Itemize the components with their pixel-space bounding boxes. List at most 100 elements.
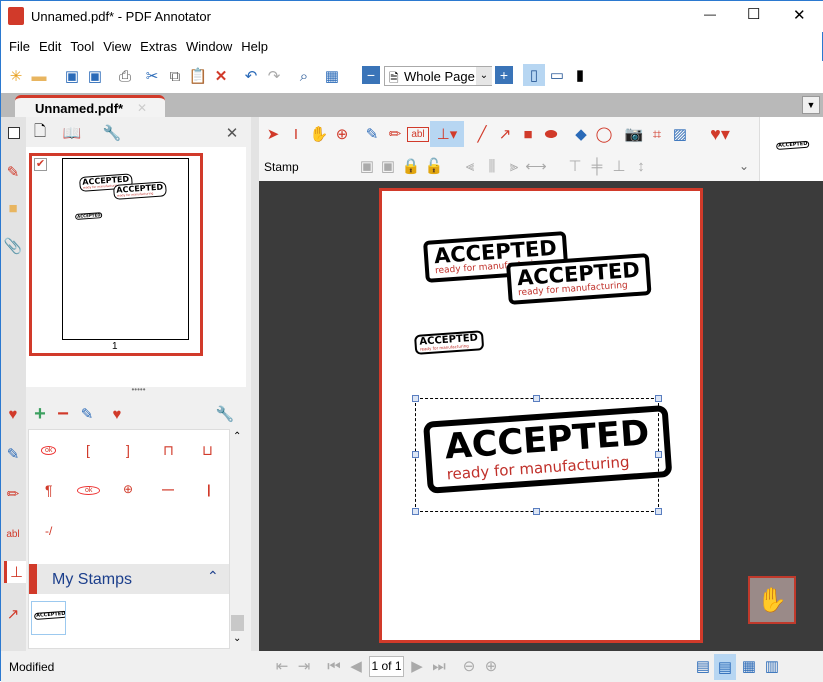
zoom-select[interactable]: 🗎 Whole Page ⌄ [384, 66, 492, 86]
book-icon[interactable]: 📖 [61, 122, 83, 144]
scrollbar-thumb[interactable] [231, 615, 244, 631]
next-view-icon[interactable]: ⇥ [293, 655, 315, 677]
hand-tool-button[interactable]: ✋ [748, 576, 796, 624]
add-icon[interactable]: + [29, 403, 51, 425]
minimize-button[interactable]: — [704, 7, 716, 21]
align-bottom-icon[interactable]: ⊥ [608, 155, 630, 177]
line-icon[interactable]: ╱ [471, 123, 493, 145]
lasso-icon[interactable]: ◯ [593, 123, 615, 145]
forward-icon[interactable]: ⊕ [480, 655, 502, 677]
undo-icon[interactable]: ↶ [240, 65, 262, 87]
wrench-icon[interactable]: 🔧 [214, 403, 236, 425]
copy-icon[interactable]: ⧉ [164, 65, 186, 87]
menu-view[interactable]: View [103, 39, 131, 54]
attachments-tab-icon[interactable]: 📎 [2, 235, 24, 257]
redo-icon[interactable]: ↷ [263, 65, 285, 87]
menu-file[interactable]: File [9, 39, 30, 54]
group-icon[interactable]: ▣ [356, 155, 378, 177]
stamp-tool-icon[interactable]: ⊥▾ [430, 121, 464, 147]
arrow-icon[interactable]: ↗ [494, 123, 516, 145]
insert-image-icon[interactable]: ▨ [669, 123, 691, 145]
resize-handle[interactable] [655, 508, 662, 515]
next-page-icon[interactable]: ▶ [406, 655, 428, 677]
stamp-symbol[interactable]: ] [126, 442, 130, 458]
previous-page-icon[interactable]: ◀ [345, 655, 367, 677]
zoom-out-button[interactable]: − [362, 66, 380, 84]
stamp-symbol[interactable]: | [207, 482, 211, 497]
resize-handle[interactable] [533, 508, 540, 515]
highlighter-icon[interactable]: ✏ [384, 123, 406, 145]
page-thumbnail[interactable]: ✔ ACCEPTED ready for manufacturing ACCEPT… [29, 153, 203, 356]
cut-icon[interactable]: ✂ [141, 65, 163, 87]
text-box-icon[interactable]: abl [407, 127, 429, 142]
align-left-icon[interactable]: ⫷ [459, 155, 481, 177]
unlock-icon[interactable]: 🔓 [423, 155, 445, 177]
crop-icon[interactable]: ⌗ [646, 123, 668, 145]
panel-splitter[interactable]: ••••• [26, 386, 251, 397]
save-as-icon[interactable]: ▣ [84, 65, 106, 87]
edit-pen-icon[interactable]: ✎ [76, 403, 98, 425]
text-tab-icon[interactable]: abl [2, 523, 24, 545]
close-panel-icon[interactable]: ✕ [221, 122, 243, 144]
stamp-symbol[interactable]: ¶ [45, 482, 53, 498]
favorite-heart-icon[interactable]: ♥ [106, 403, 128, 425]
resize-handle[interactable] [533, 395, 540, 402]
two-page-continuous-layout-icon[interactable]: ▥ [761, 655, 783, 677]
align-center-icon[interactable]: ⫼ [481, 155, 503, 177]
delete-icon[interactable]: ✕ [210, 65, 232, 87]
menu-extras[interactable]: Extras [140, 39, 177, 54]
favorites-heart-icon[interactable]: ♥▾ [709, 123, 731, 145]
pen-icon[interactable]: ✎ [361, 123, 383, 145]
resize-handle[interactable] [655, 395, 662, 402]
single-page-layout-icon[interactable]: ▤ [692, 655, 714, 677]
menu-edit[interactable]: Edit [39, 39, 61, 54]
hand-icon[interactable]: ✋ [308, 123, 330, 145]
stamp-symbol[interactable]: ⊕ [123, 482, 133, 496]
resize-handle[interactable] [412, 508, 419, 515]
stamp-symbol[interactable]: ok [41, 446, 57, 455]
last-page-icon[interactable]: ⏭ [428, 655, 450, 677]
resize-handle[interactable] [412, 451, 419, 458]
camera-icon[interactable]: 📷 [623, 123, 645, 145]
lock-icon[interactable]: 🔒 [400, 155, 422, 177]
tab-unnamed-pdf[interactable]: Unnamed.pdf* ✕ [15, 95, 165, 117]
pen-tab-icon[interactable]: ✎ [2, 443, 24, 465]
stamp-symbol[interactable]: ⊔ [202, 442, 213, 459]
ellipse-icon[interactable]: ⬬ [540, 123, 562, 145]
pdf-page[interactable]: ACCEPTED ready for manufacturing ACCEPTED… [379, 188, 703, 643]
wrench-icon[interactable]: 🔧 [101, 122, 123, 144]
find-icon[interactable]: ⌕ [293, 65, 315, 87]
align-top-icon[interactable]: ⊤ [564, 155, 586, 177]
my-stamp-item[interactable]: ACCEPTED [31, 601, 66, 635]
eraser-icon[interactable]: ◆ [570, 123, 592, 145]
stamp-symbol[interactable]: [ [86, 442, 90, 458]
fit-width-icon[interactable]: ▭ [546, 64, 568, 86]
align-middle-icon[interactable]: ╪ [586, 155, 608, 177]
page-number-input[interactable]: 1 of 1 [369, 656, 404, 677]
rectangle-icon[interactable]: ■ [517, 123, 539, 145]
my-stamps-header[interactable]: My Stamps ⌃ [29, 564, 229, 594]
stamp-symbol[interactable]: ok [77, 486, 101, 495]
paste-icon[interactable]: 📋 [187, 65, 209, 87]
thumbnail-checkbox[interactable]: ✔ [34, 158, 47, 171]
tab-close-icon[interactable]: ✕ [137, 101, 147, 115]
grid-icon[interactable]: ▦ [321, 65, 343, 87]
stamp-annotation[interactable]: ACCEPTED ready for manufacturing [506, 253, 652, 305]
single-page-view-icon[interactable]: ▯ [523, 64, 545, 86]
annotations-tab-icon[interactable]: ✎ [2, 161, 24, 183]
align-right-icon[interactable]: ⫸ [503, 155, 525, 177]
document-view[interactable]: ACCEPTED ready for manufacturing ACCEPTED… [259, 181, 823, 651]
ungroup-icon[interactable]: ▣ [377, 155, 399, 177]
stamp-symbol[interactable]: ⊓ [163, 442, 174, 459]
save-icon[interactable]: ▣ [61, 65, 83, 87]
fullscreen-icon[interactable]: ▮ [569, 64, 591, 86]
close-button[interactable]: ✕ [793, 6, 806, 24]
text-select-icon[interactable]: I [285, 123, 307, 145]
open-folder-icon[interactable]: ▬ [28, 65, 50, 87]
zoom-icon[interactable]: ⊕ [331, 123, 353, 145]
distribute-horizontal-icon[interactable]: ⟷ [525, 155, 547, 177]
print-icon[interactable]: ⎙ [114, 65, 136, 87]
select-checkbox[interactable] [8, 127, 20, 139]
stamp-list-scrollbar[interactable]: ⌃ ⌄ [230, 429, 245, 649]
resize-handle[interactable] [412, 395, 419, 402]
